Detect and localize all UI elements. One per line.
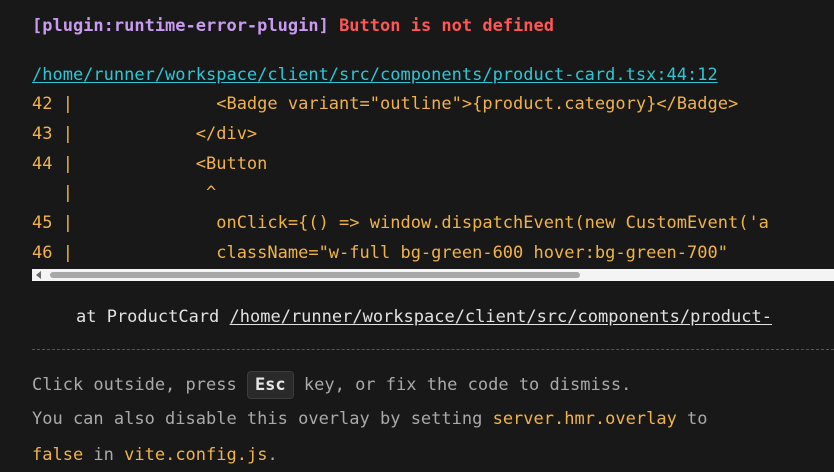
plugin-name: [plugin:runtime-error-plugin]	[32, 16, 329, 36]
overlay-config-tip-2: false in vite.config.js.	[32, 443, 278, 467]
code-line-45: 45 | onClick={() => window.dispatchEvent…	[32, 213, 769, 233]
stack-trace-link[interactable]: /home/runner/workspace/client/src/compon…	[230, 307, 772, 327]
tip-text: Click outside, press	[32, 375, 247, 395]
scrollbar-thumb[interactable]	[50, 272, 580, 278]
code-frame[interactable]: 42 | <Badge variant="outline">{product.c…	[32, 90, 834, 270]
tip-text: You can also disable this overlay by set…	[32, 409, 493, 429]
code-line-44: 44 | <Button	[32, 154, 268, 174]
config-key: server.hmr.overlay	[492, 409, 677, 429]
tip-text: key, or fix the code to dismiss.	[293, 375, 632, 395]
error-title: [plugin:runtime-error-plugin] Button is …	[32, 14, 554, 38]
code-line-caret: | ^	[32, 183, 217, 203]
code-line-42: 42 | <Badge variant="outline">{product.c…	[32, 94, 739, 114]
tip-text: in	[83, 445, 125, 465]
overlay-config-tip: You can also disable this overlay by set…	[32, 407, 708, 431]
code-frame-scrollbar[interactable]	[32, 269, 834, 281]
esc-key-badge: Esc	[246, 371, 294, 399]
config-file: vite.config.js	[124, 445, 268, 465]
tip-text: .	[267, 445, 278, 465]
stack-trace-prefix: at ProductCard	[76, 307, 230, 327]
config-value: false	[32, 445, 84, 465]
divider	[32, 349, 834, 350]
error-message: Button is not defined	[339, 16, 554, 36]
code-line-43: 43 | </div>	[32, 124, 258, 144]
scroll-left-arrow-icon[interactable]	[36, 271, 41, 279]
dismiss-tip: Click outside, press Esc key, or fix the…	[32, 371, 631, 399]
code-line-46: 46 | className="w-full bg-green-600 hove…	[32, 243, 728, 263]
stack-trace-line: at ProductCard /home/runner/workspace/cl…	[76, 305, 772, 329]
error-file-link[interactable]: /home/runner/workspace/client/src/compon…	[32, 63, 718, 87]
tip-text: to	[676, 409, 708, 429]
error-overlay[interactable]: { "error": { "plugin": "[plugin:runtime-…	[0, 0, 834, 472]
